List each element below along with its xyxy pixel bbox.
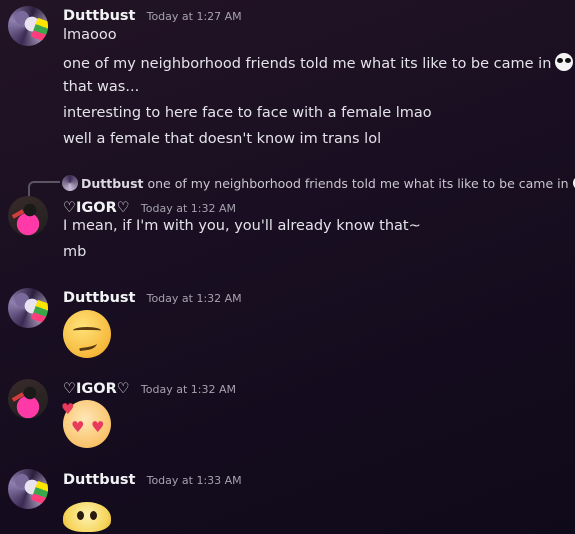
timestamp: Today at 1:33 AM [146,474,242,487]
timestamp: Today at 1:32 AM [140,202,236,215]
message-group: ♡IGOR♡ Today at 1:32 AM I mean, if I'm w… [0,193,575,273]
avatar[interactable] [8,288,48,328]
timestamp: Today at 1:32 AM [140,383,236,396]
heart-icon: ♥ [61,400,75,418]
message-group: ♡IGOR♡ Today at 1:32 AM ♥ ♥ ♥ [0,376,575,448]
timestamp: Today at 1:27 AM [146,10,242,23]
message-text: mb [63,244,87,260]
message-group: Duttbust Today at 1:33 AM [0,466,575,534]
avatar[interactable] [8,6,48,46]
message-text: lmaooo [63,27,117,43]
reply-author[interactable]: Duttbust [81,176,144,191]
message-text: well a female that doesn't know im trans… [63,131,382,147]
message-header: Duttbust Today at 1:33 AM [63,469,242,488]
heart-eyes-emoji-icon[interactable]: ♥ ♥ ♥ [61,400,111,448]
smirk-emoji-icon[interactable] [63,310,111,358]
author-name[interactable]: ♡IGOR♡ [63,200,130,216]
message-text: interesting to here face to face with a … [63,105,432,121]
message-header: Duttbust Today at 1:27 AM [63,5,242,24]
message-group: Duttbust Today at 1:27 AM lmaooo one of … [0,0,575,160]
message-header: ♡IGOR♡ Today at 1:32 AM [63,378,236,397]
author-name[interactable]: Duttbust [63,472,136,488]
melting-blob-emoji-icon[interactable] [63,502,111,532]
reply-preview[interactable]: Duttbust one of my neighborhood friends … [62,175,575,191]
message-header: Duttbust Today at 1:32 AM [63,287,242,306]
crying-face-icon [555,53,574,71]
message-group: Duttbust Today at 1:32 AM [0,285,575,358]
author-name[interactable]: Duttbust [63,290,136,306]
message-text: that was... [63,79,140,95]
author-name[interactable]: Duttbust [63,8,136,24]
message-text-content: one of my neighborhood friends told me w… [63,56,552,72]
message-text: I mean, if I'm with you, you'll already … [63,218,421,234]
avatar[interactable] [8,469,48,509]
author-name[interactable]: ♡IGOR♡ [63,381,130,397]
avatar[interactable] [8,379,48,419]
message-text: one of my neighborhood friends told me w… [63,53,574,72]
heart-icon: ♥ [71,418,85,436]
timestamp: Today at 1:32 AM [146,292,242,305]
reply-text: one of my neighborhood friends told me w… [147,176,569,191]
avatar[interactable] [8,196,48,236]
reply-avatar [62,175,78,191]
message-header: ♡IGOR♡ Today at 1:32 AM [63,197,236,216]
heart-icon: ♥ [91,418,105,436]
